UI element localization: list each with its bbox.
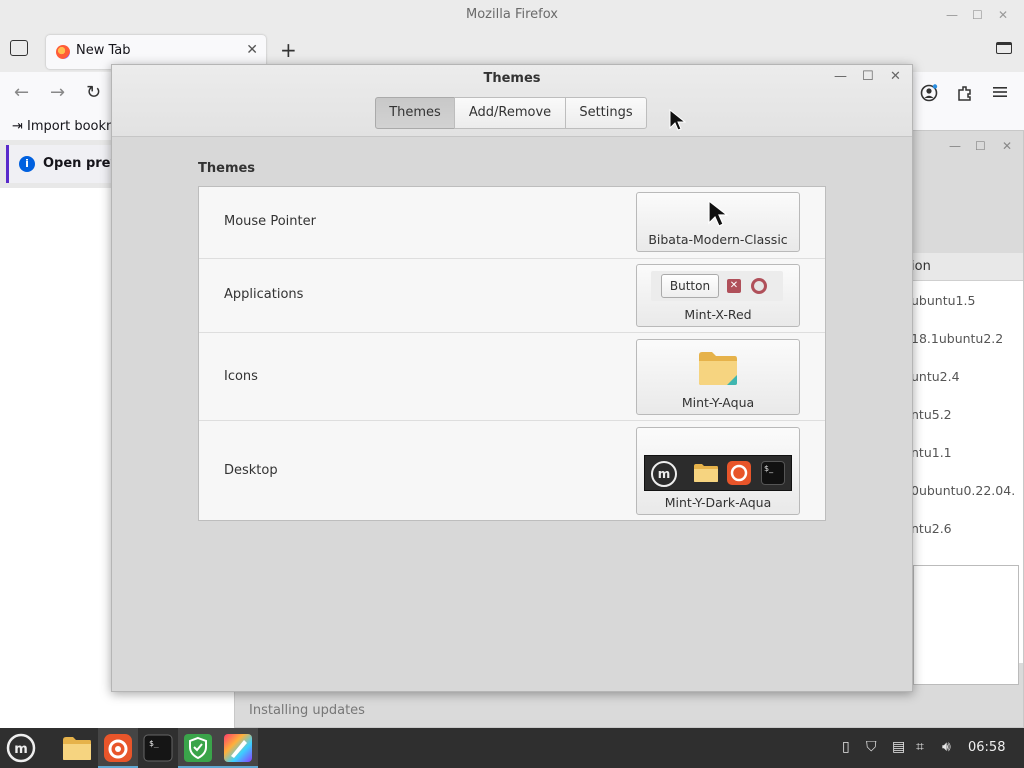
- close-icon[interactable]: ✕: [998, 0, 1008, 30]
- row-label: Icons: [224, 369, 258, 384]
- maximize-icon[interactable]: ☐: [862, 69, 874, 84]
- import-icon: ⇥: [12, 119, 23, 134]
- row-label: Desktop: [224, 463, 278, 478]
- window-view-icon[interactable]: [996, 42, 1012, 54]
- shield-icon[interactable]: [182, 732, 214, 764]
- themes-dialog: Themes — ☐ ✕ Themes Add/Remove Settings …: [111, 64, 913, 692]
- mouse-pointer-theme-button[interactable]: Bibata-Modern-Classic: [636, 192, 800, 252]
- applications-preview: Button ✕: [651, 271, 783, 301]
- preview-close-icon: ✕: [727, 279, 741, 293]
- account-icon[interactable]: [920, 84, 938, 106]
- theme-row-desktop: Desktop m $_ Mint-Y-Dark-Aqua: [199, 421, 825, 521]
- themes-icon[interactable]: [222, 732, 254, 764]
- terminal-icon: $_: [761, 461, 785, 485]
- desktop-theme-button[interactable]: m $_ Mint-Y-Dark-Aqua: [636, 427, 800, 515]
- menu-icon[interactable]: m: [5, 732, 37, 764]
- list-item[interactable]: 18.1ubuntu2.2: [911, 331, 1023, 346]
- theme-value: Mint-Y-Dark-Aqua: [664, 495, 772, 510]
- list-item[interactable]: ntu1.1: [911, 445, 1023, 460]
- volume-icon[interactable]: 🔊︎: [942, 739, 951, 755]
- applications-theme-button[interactable]: Button ✕ Mint-X-Red: [636, 264, 800, 327]
- theme-row-mouse-pointer: Mouse Pointer Bibata-Modern-Classic: [199, 187, 825, 259]
- firefox-title-bar: Mozilla Firefox: [0, 0, 1024, 30]
- theme-value: Mint-Y-Aqua: [681, 395, 755, 410]
- terminal-icon[interactable]: $_: [142, 732, 174, 764]
- network-icon[interactable]: ⌗: [916, 739, 924, 755]
- folder-preview-icon: [699, 352, 737, 385]
- minimize-icon[interactable]: —: [834, 69, 847, 84]
- mouse-cursor-icon: [669, 108, 686, 131]
- close-icon[interactable]: ✕: [1002, 139, 1012, 153]
- icons-theme-button[interactable]: Mint-Y-Aqua: [636, 339, 800, 415]
- firefox-window-title: Mozilla Firefox: [466, 7, 558, 22]
- dialog-body: Themes Mouse Pointer Bibata-Modern-Class…: [112, 137, 912, 691]
- list-item[interactable]: ubuntu1.5: [911, 293, 1023, 308]
- svg-text:m: m: [14, 742, 28, 757]
- firefox-favicon-icon: [56, 45, 70, 59]
- row-label: Mouse Pointer: [224, 214, 316, 229]
- tab-themes[interactable]: Themes: [375, 97, 455, 129]
- update-description-pane: [913, 565, 1019, 685]
- maximize-icon[interactable]: ☐: [972, 0, 983, 30]
- tab-settings[interactable]: Settings: [565, 97, 647, 129]
- extensions-icon[interactable]: [956, 84, 974, 106]
- close-icon[interactable]: ✕: [890, 69, 901, 84]
- list-item[interactable]: untu2.4: [911, 369, 1023, 384]
- theme-value: Bibata-Modern-Classic: [648, 232, 788, 247]
- theme-list: Mouse Pointer Bibata-Modern-Classic Appl…: [198, 186, 826, 521]
- status-text: Installing updates: [249, 703, 365, 718]
- theme-row-icons: Icons Mint-Y-Aqua: [199, 333, 825, 421]
- firefox-icon[interactable]: [102, 732, 134, 764]
- minimize-icon[interactable]: —: [946, 0, 958, 30]
- clock[interactable]: 06:58: [968, 740, 1005, 755]
- svg-text:$_: $_: [149, 739, 159, 748]
- tab-close-icon[interactable]: ✕: [246, 42, 258, 58]
- list-item[interactable]: ntu2.6: [911, 521, 1023, 536]
- new-tab-icon[interactable]: +: [280, 38, 297, 62]
- info-icon: i: [19, 156, 35, 172]
- tab-add-remove[interactable]: Add/Remove: [454, 97, 566, 129]
- dialog-header: Themes — ☐ ✕ Themes Add/Remove Settings: [112, 65, 912, 137]
- hamburger-menu-icon[interactable]: [992, 84, 1008, 104]
- desktop-preview: m $_: [644, 455, 792, 491]
- maximize-icon[interactable]: ☐: [975, 139, 986, 153]
- back-icon[interactable]: ←: [14, 82, 29, 103]
- reload-icon[interactable]: ↻: [86, 82, 101, 103]
- list-item[interactable]: ntu5.2: [911, 407, 1023, 422]
- tab-label: New Tab: [76, 43, 131, 58]
- list-item[interactable]: 0ubuntu0.22.04.: [911, 483, 1023, 498]
- taskbar: m $_ ▯ ⛉ ▤ ⌗ 🔊︎ 06:58: [0, 728, 1024, 768]
- row-label: Applications: [224, 287, 304, 302]
- tab-list-icon[interactable]: [10, 40, 28, 56]
- theme-row-applications: Applications Button ✕ Mint-X-Red: [199, 259, 825, 333]
- firefox-icon: [727, 461, 751, 485]
- shield-tray-icon[interactable]: ⛉: [866, 739, 877, 755]
- notes-icon[interactable]: ▯: [842, 739, 850, 755]
- folder-icon: [694, 464, 718, 482]
- forward-icon[interactable]: →: [50, 82, 65, 103]
- preview-radio-icon: [751, 278, 767, 294]
- version-column-header[interactable]: ion: [911, 253, 1023, 281]
- section-title: Themes: [198, 161, 256, 176]
- minimize-icon[interactable]: —: [949, 139, 961, 153]
- dialog-title: Themes: [483, 71, 541, 86]
- import-bookmarks-label: Import bookm: [27, 119, 119, 134]
- preview-button: Button: [661, 274, 719, 298]
- pointer-preview-icon: [708, 199, 729, 227]
- theme-value: Mint-X-Red: [684, 307, 752, 322]
- files-icon[interactable]: [61, 732, 93, 764]
- update-tray-icon[interactable]: ▤: [892, 739, 905, 755]
- mint-logo-icon: m: [651, 461, 677, 487]
- import-bookmarks-link[interactable]: ⇥ Import bookm: [12, 119, 119, 134]
